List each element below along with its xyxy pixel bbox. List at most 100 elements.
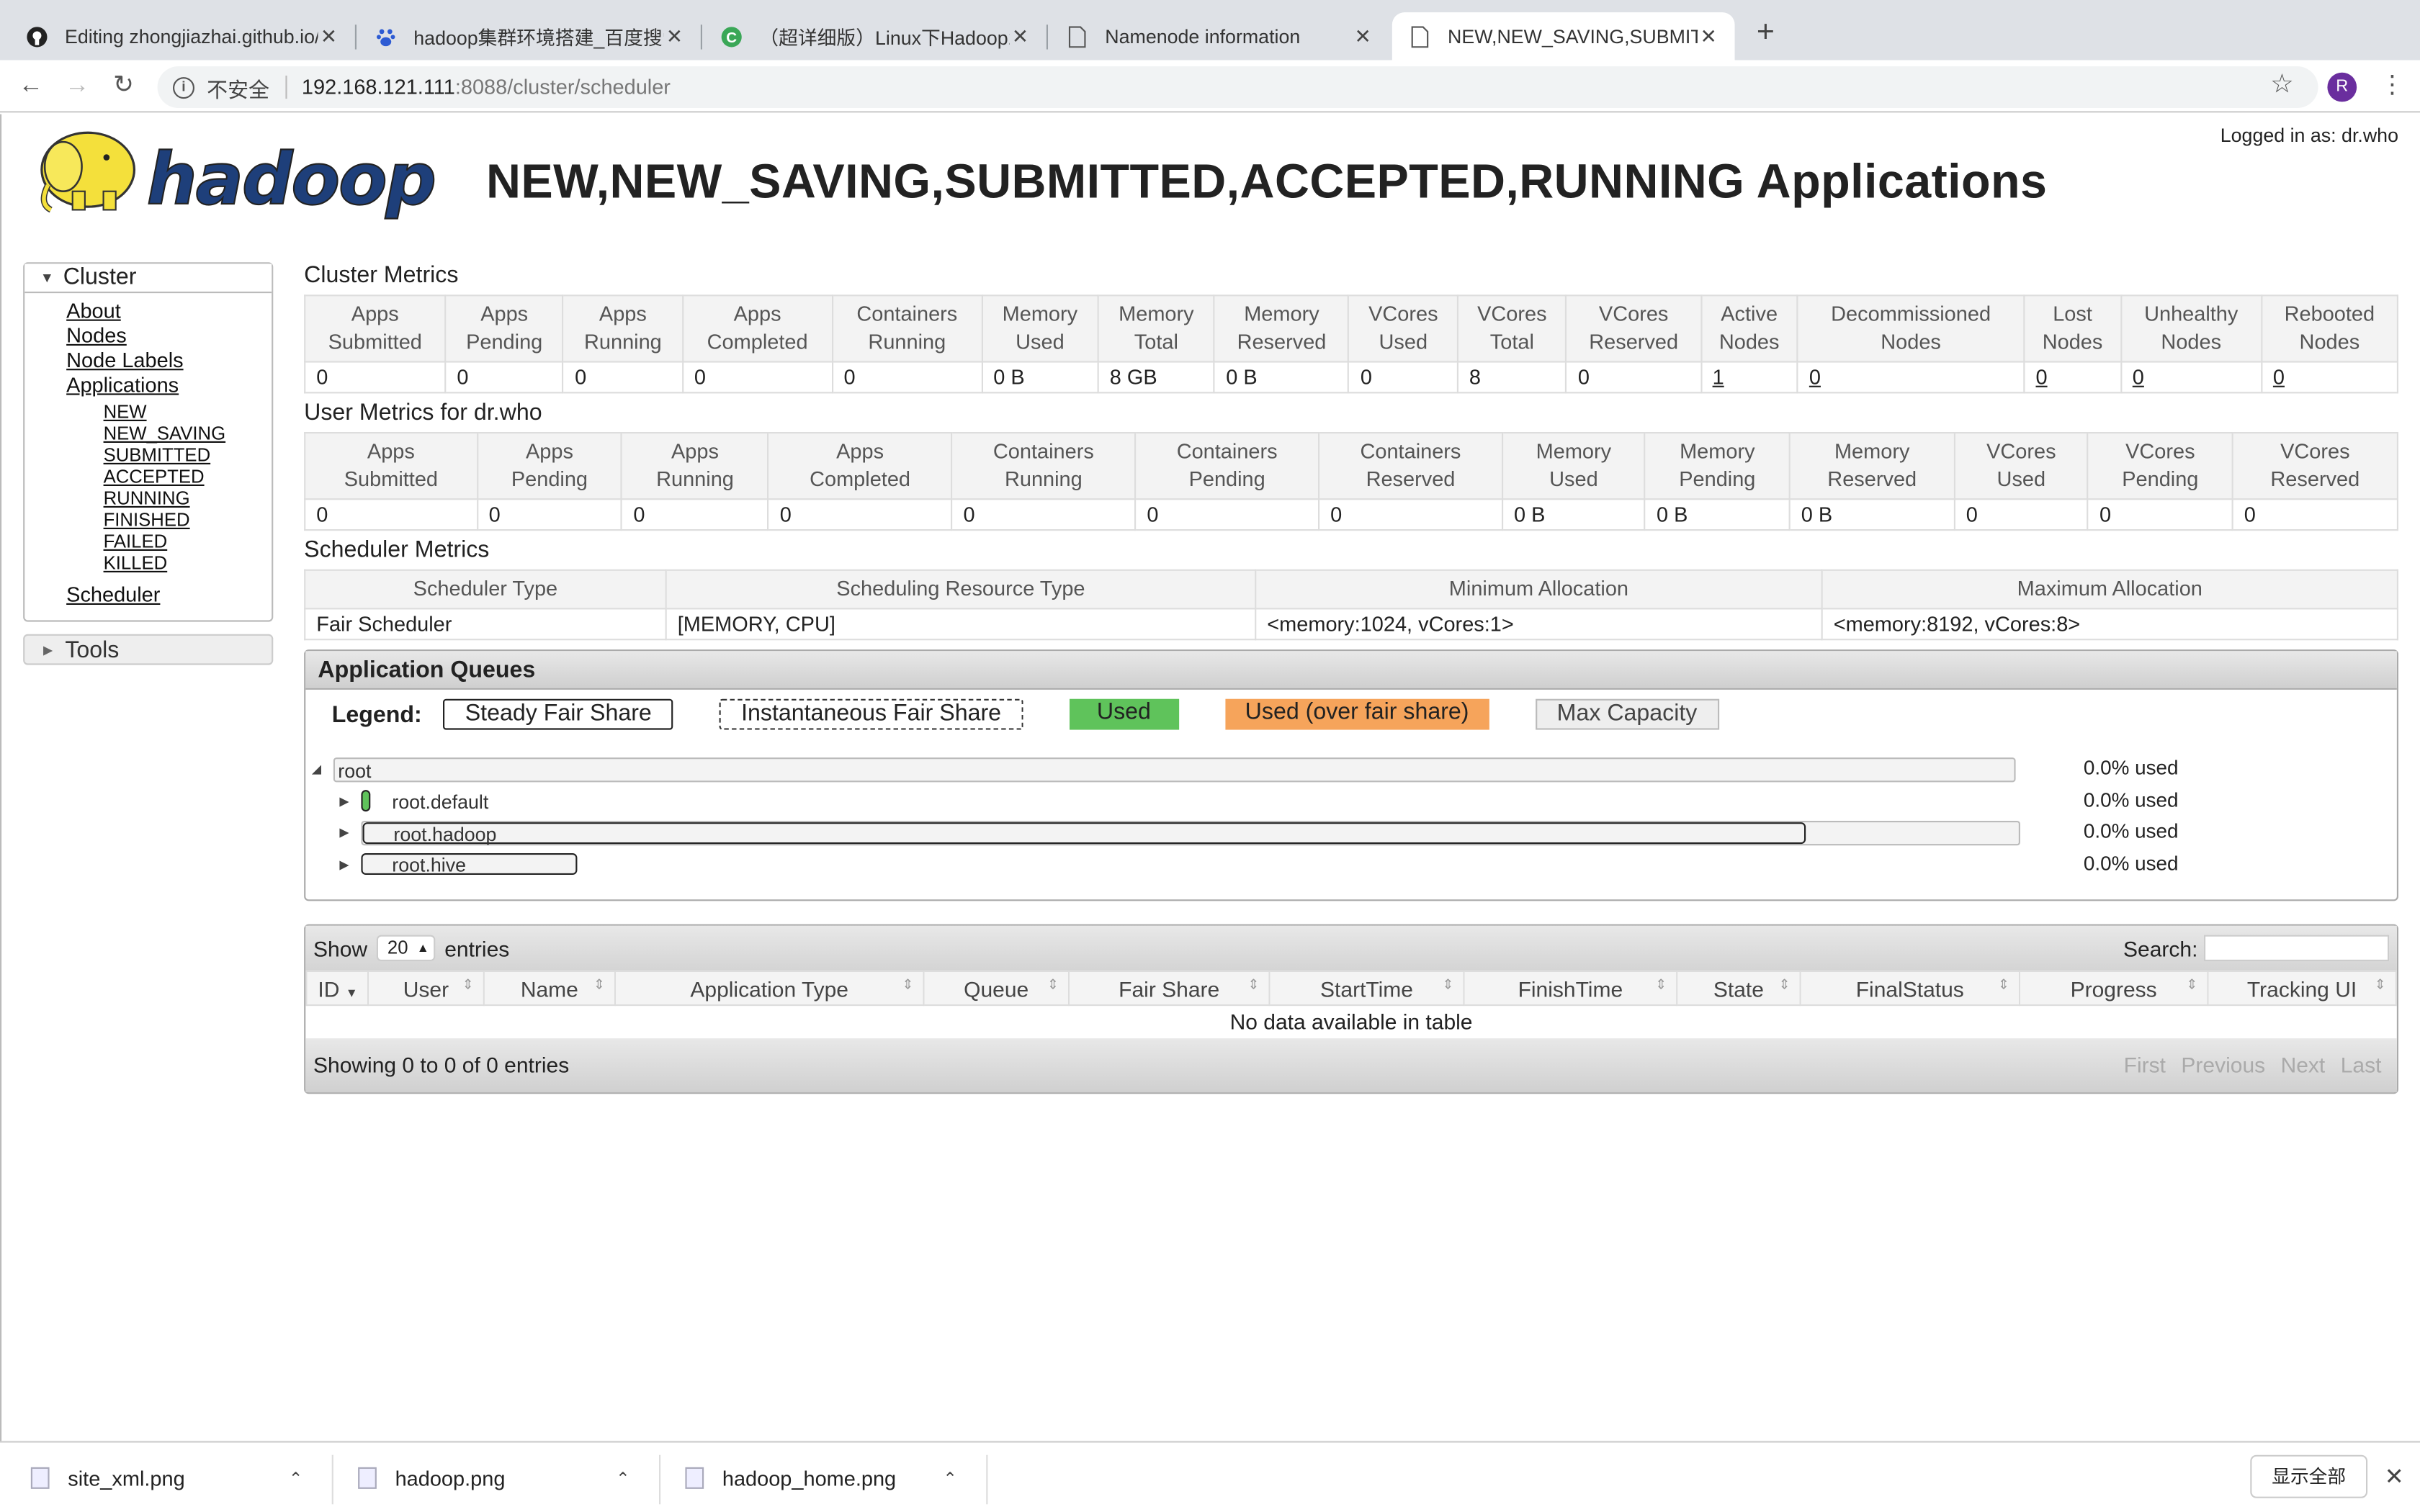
col-header-queue[interactable]: Queue ⇕: [923, 970, 1070, 1007]
col-header: Containers Running: [951, 431, 1137, 500]
col-header: Scheduler Type: [304, 569, 667, 610]
info-icon[interactable]: i: [173, 76, 194, 99]
queue-legend: Legend: Steady Fair Share Instantaneous …: [332, 698, 1765, 730]
col-header-application-type[interactable]: Application Type ⇕: [614, 970, 925, 1007]
queue-used: 0.0% used: [2083, 851, 2179, 875]
sort-icon: ⇕: [593, 976, 605, 992]
download-item[interactable]: site_xml.png ⌃: [30, 1443, 332, 1512]
triangle-down-icon[interactable]: ◢: [312, 757, 321, 782]
back-arrow-icon[interactable]: ←: [15, 71, 46, 102]
metric-value: 0: [831, 361, 983, 394]
image-file-icon: [358, 1467, 377, 1489]
active-nodes-link[interactable]: 1: [1700, 361, 1798, 394]
chevron-up-icon[interactable]: ⌃: [616, 1468, 630, 1488]
pager-previous[interactable]: Previous: [2174, 1051, 2273, 1076]
scheduler-metrics-value-row: Fair Scheduler [MEMORY, CPU] <memory:102…: [304, 608, 2398, 641]
sidebar-link-applications[interactable]: Applications: [66, 374, 272, 398]
metric-value: Fair Scheduler: [304, 608, 667, 641]
chevron-up-icon[interactable]: ⌃: [289, 1468, 303, 1488]
close-icon[interactable]: ✕: [663, 24, 685, 48]
col-header-tracking-ui[interactable]: Tracking UI ⇕: [2207, 970, 2397, 1007]
queue-bar-root-default[interactable]: root.default: [361, 790, 2020, 814]
decommissioned-nodes-link[interactable]: 0: [1796, 361, 2025, 394]
show-all-downloads-button[interactable]: 显示全部: [2250, 1454, 2368, 1498]
col-header: Apps Submitted: [304, 431, 478, 500]
bookmark-star-icon[interactable]: ☆: [2270, 69, 2294, 100]
sort-icon: ⇕: [1778, 976, 1791, 992]
col-header-progress[interactable]: Progress ⇕: [2018, 970, 2209, 1007]
sidebar-link-new-saving[interactable]: NEW_SAVING: [104, 423, 272, 444]
triangle-right-icon[interactable]: ▶: [339, 821, 349, 845]
page-size-select[interactable]: 20 ▲: [376, 935, 436, 961]
col-header-finish-time[interactable]: FinishTime ⇕: [1463, 970, 1678, 1007]
lost-nodes-link[interactable]: 0: [2023, 361, 2122, 394]
col-header-id[interactable]: ID ▼: [305, 970, 369, 1007]
col-header-fair-share[interactable]: Fair Share ⇕: [1067, 970, 1270, 1007]
sidebar-link-failed[interactable]: FAILED: [104, 531, 272, 552]
col-header: VCores Reserved: [1565, 294, 1702, 363]
triangle-right-icon[interactable]: ▶: [339, 790, 349, 814]
close-icon[interactable]: ✕: [318, 24, 339, 48]
browser-tab-github[interactable]: Editing zhongjiazhai.github.io/... ✕: [9, 12, 357, 60]
col-header-name[interactable]: Name ⇕: [483, 970, 616, 1007]
sidebar-link-about[interactable]: About: [66, 300, 272, 324]
download-filename: hadoop.png: [395, 1466, 506, 1490]
browser-tab-active[interactable]: NEW,NEW_SAVING,SUBMITTE... ✕: [1392, 12, 1735, 60]
search-input[interactable]: [2204, 935, 2390, 961]
col-header-label: Name: [520, 976, 578, 1001]
queue-bar-root-hive[interactable]: root.hive: [361, 853, 2020, 878]
download-item[interactable]: hadoop_home.png ⌃: [685, 1443, 986, 1512]
pager-last[interactable]: Last: [2333, 1051, 2389, 1076]
pager-first[interactable]: First: [2116, 1051, 2174, 1076]
rebooted-nodes-link[interactable]: 0: [2260, 361, 2399, 394]
profile-avatar[interactable]: R: [2327, 72, 2357, 102]
sidebar-link-scheduler[interactable]: Scheduler: [66, 583, 272, 608]
col-header-label: FinalStatus: [1855, 976, 1964, 1001]
menu-kebab-icon[interactable]: ⋮: [2380, 69, 2404, 100]
sidebar-link-nodes[interactable]: Nodes: [66, 324, 272, 348]
queue-bar-root[interactable]: root: [333, 757, 2016, 783]
triangle-right-icon[interactable]: ▶: [339, 853, 349, 878]
queue-row-root-hive[interactable]: ▶ root.hive 0.0% used: [305, 851, 2397, 878]
col-header-state[interactable]: State ⇕: [1676, 970, 1801, 1007]
url-path: :8088/cluster/scheduler: [454, 76, 671, 99]
reload-icon[interactable]: ↻: [108, 71, 139, 102]
close-icon[interactable]: ✕: [2385, 1462, 2404, 1490]
queue-row-root-hadoop[interactable]: ▶ root.hadoop 0.0% used: [305, 819, 2397, 846]
col-header: VCores Pending: [2087, 431, 2233, 500]
close-icon[interactable]: ✕: [1352, 24, 1373, 48]
forward-arrow-icon[interactable]: →: [62, 71, 93, 102]
col-header-user[interactable]: User ⇕: [367, 970, 485, 1007]
cluster-metrics-value-row: 0 0 0 0 0 0 B 8 GB 0 B 0 8 0 1 0 0 0 0: [304, 361, 2399, 394]
address-bar[interactable]: i 不安全 192.168.121.111:8088/cluster/sched…: [157, 66, 2318, 108]
metric-value: 0: [681, 361, 833, 394]
sidebar-link-submitted[interactable]: SUBMITTED: [104, 444, 272, 466]
col-header: Memory Used: [981, 294, 1099, 363]
col-header-start-time[interactable]: StartTime ⇕: [1268, 970, 1465, 1007]
sidebar-link-accepted[interactable]: ACCEPTED: [104, 466, 272, 487]
sidebar-link-running[interactable]: RUNNING: [104, 487, 272, 509]
sidebar-link-new[interactable]: NEW: [104, 401, 272, 423]
new-tab-button[interactable]: +: [1750, 15, 1781, 50]
metric-value: 0 B: [981, 361, 1099, 394]
browser-tab-csdn[interactable]: C （超详细版）Linux下Hadoop2... ✕: [704, 12, 1048, 60]
col-header-final-status[interactable]: FinalStatus ⇕: [1799, 970, 2020, 1007]
queue-bar-root-hadoop[interactable]: root.hadoop: [361, 821, 2021, 846]
chevron-up-icon[interactable]: ⌃: [943, 1468, 957, 1488]
pager-next[interactable]: Next: [2273, 1051, 2333, 1076]
unhealthy-nodes-link[interactable]: 0: [2120, 361, 2262, 394]
hadoop-logo[interactable]: hadoop: [26, 123, 458, 228]
close-icon[interactable]: ✕: [1009, 24, 1031, 48]
cluster-section-header[interactable]: ▼ Cluster: [24, 264, 272, 294]
queue-row-root-default[interactable]: ▶ root.default 0.0% used: [305, 788, 2397, 814]
page-content: hadoop NEW,NEW_SAVING,SUBMITTED,ACCEPTED…: [0, 114, 2420, 1441]
sidebar-link-node-labels[interactable]: Node Labels: [66, 348, 272, 373]
close-icon[interactable]: ✕: [1698, 24, 1719, 48]
sidebar-link-killed[interactable]: KILLED: [104, 552, 272, 574]
browser-tab-baidu[interactable]: hadoop集群环境搭建_百度搜索 ✕: [358, 12, 702, 60]
queue-row-root[interactable]: ◢ root 0.0% used: [305, 756, 2397, 783]
tools-section-header[interactable]: ▶ Tools: [23, 634, 274, 665]
download-item[interactable]: hadoop.png ⌃: [358, 1443, 659, 1512]
browser-tab-namenode[interactable]: Namenode information ✕: [1049, 12, 1389, 60]
sidebar-link-finished[interactable]: FINISHED: [104, 509, 272, 531]
